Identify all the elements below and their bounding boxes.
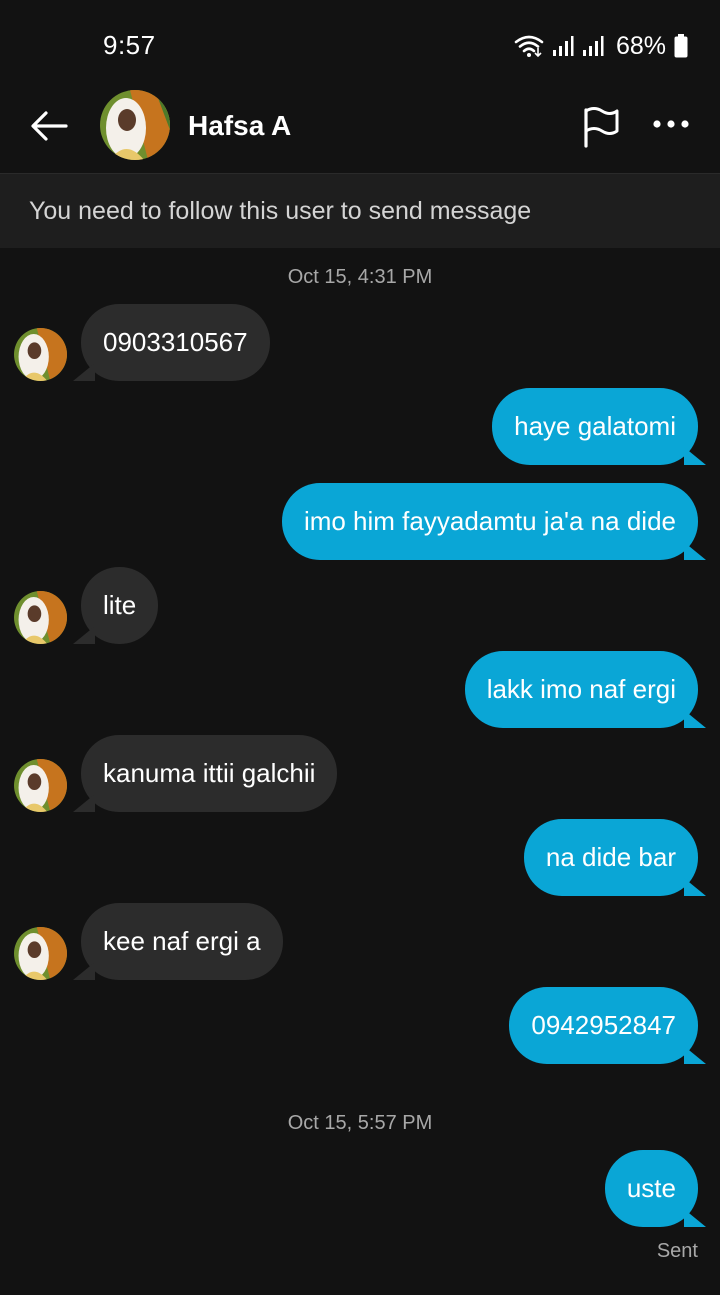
message-bubble-outgoing[interactable]: na dide bar — [523, 819, 698, 896]
chat-header: Hafsa A — [0, 86, 720, 172]
report-button[interactable] — [580, 104, 622, 148]
battery-icon — [674, 34, 688, 58]
message-bubble-outgoing[interactable]: uste — [604, 1150, 698, 1227]
message-bubble-incoming[interactable]: kanuma ittii galchii — [81, 735, 338, 812]
signal-icon — [552, 36, 574, 56]
timestamp: Oct 15, 4:31 PM — [287, 266, 433, 288]
signal-icon — [582, 36, 604, 56]
message-bubble-outgoing[interactable]: haye galatomi — [492, 388, 698, 465]
flag-icon — [584, 107, 619, 148]
message-bubble-incoming[interactable]: 0903310567 — [81, 304, 270, 381]
sender-avatar[interactable] — [14, 591, 67, 644]
follow-notice-text: You need to follow this user to send mes… — [29, 197, 532, 225]
message-status: Sent — [656, 1240, 698, 1262]
status-bar: 9:57 68% — [0, 0, 720, 90]
message-bubble-outgoing[interactable]: imo him fayyadamtu ja'a na dide — [281, 483, 698, 560]
sender-avatar[interactable] — [14, 759, 67, 812]
status-icons: 68% — [514, 30, 688, 62]
back-arrow-icon — [31, 111, 68, 141]
message-bubble-outgoing[interactable]: 0942952847 — [509, 987, 698, 1064]
follow-notice: You need to follow this user to send mes… — [0, 173, 720, 248]
message-bubble-outgoing[interactable]: lakk imo naf ergi — [464, 651, 698, 728]
sender-avatar[interactable] — [14, 927, 67, 980]
timestamp: Oct 15, 5:57 PM — [287, 1112, 433, 1134]
more-options-button[interactable] — [650, 112, 692, 136]
more-icon — [653, 120, 689, 128]
message-bubble-incoming[interactable]: lite — [81, 567, 159, 644]
contact-avatar[interactable] — [100, 90, 170, 160]
back-button[interactable] — [28, 104, 72, 148]
contact-name[interactable]: Hafsa A — [188, 110, 291, 142]
battery-percent: 68% — [615, 31, 666, 60]
wifi-icon — [514, 35, 544, 58]
status-time: 9:57 — [103, 30, 156, 60]
message-bubble-incoming[interactable]: kee naf ergi a — [81, 903, 283, 980]
sender-avatar[interactable] — [14, 328, 67, 381]
